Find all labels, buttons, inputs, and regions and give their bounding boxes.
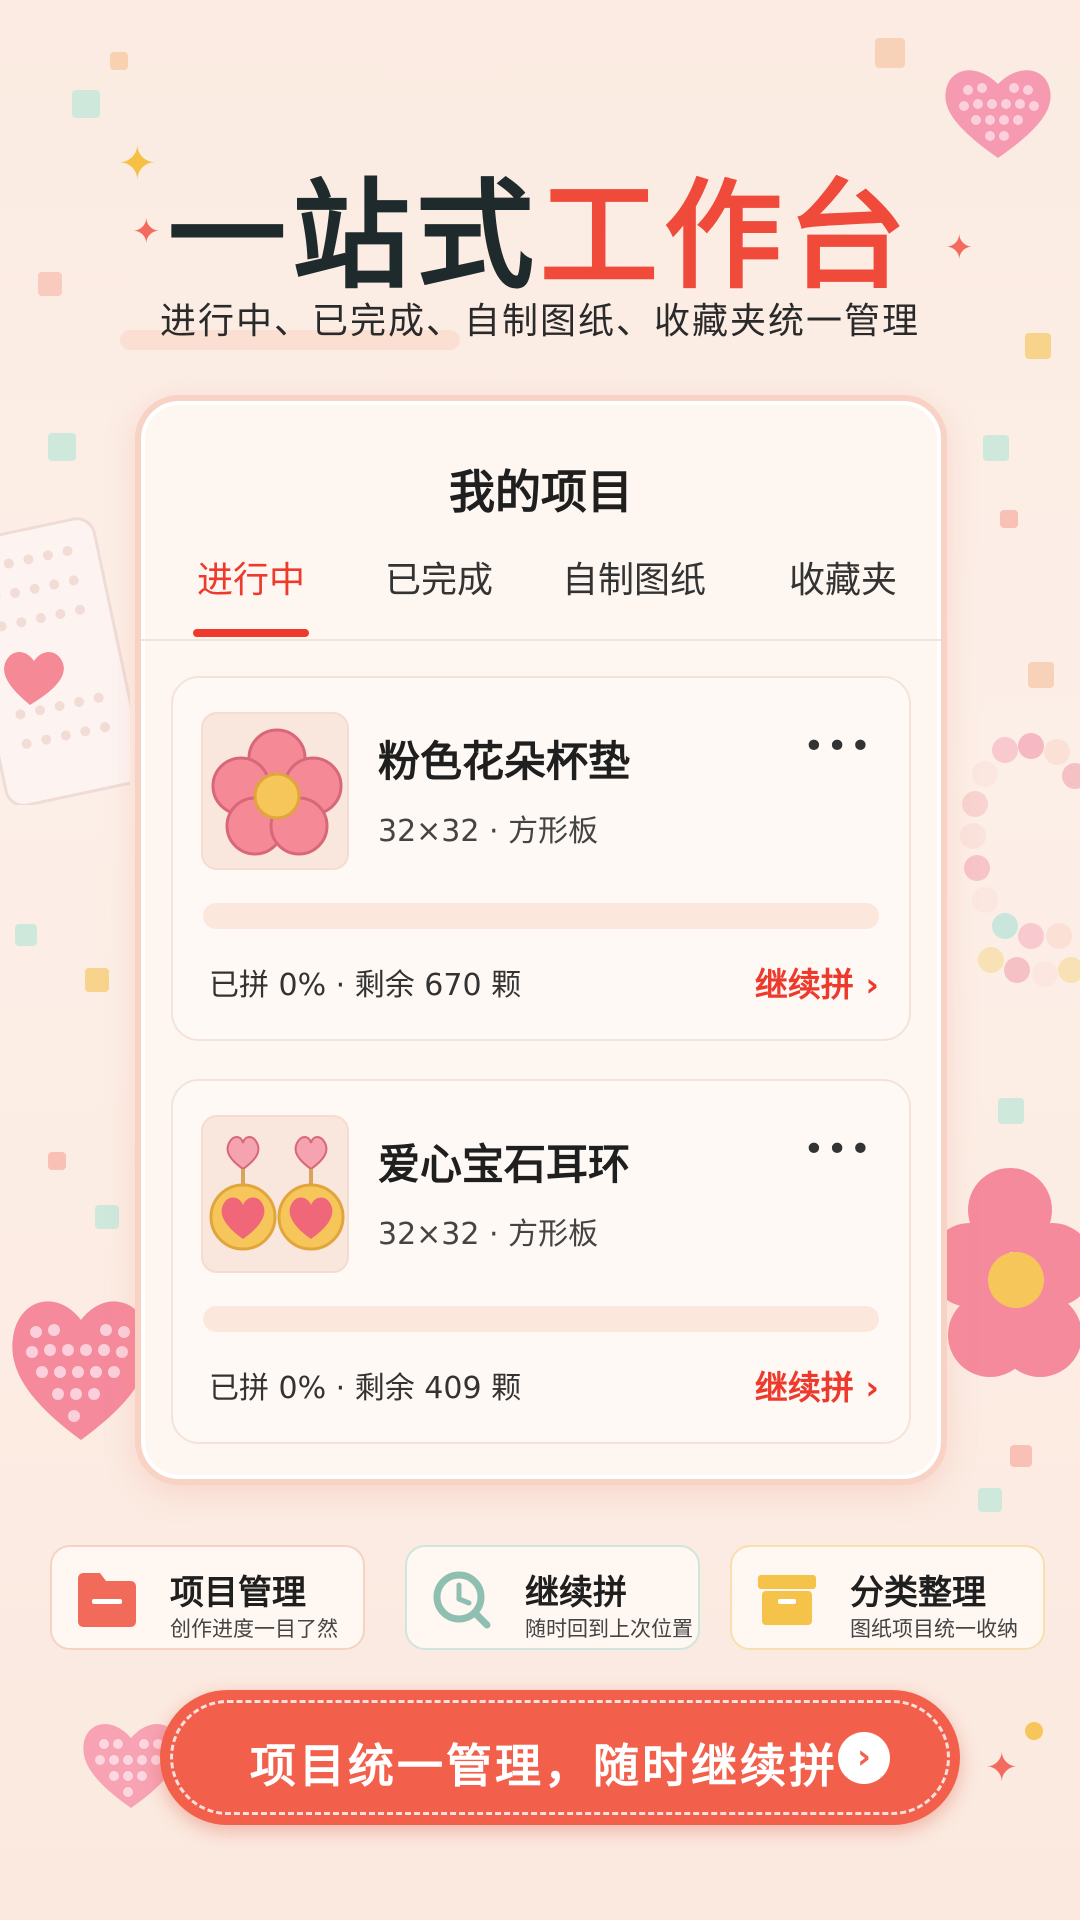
- project-meta: 32×32 · 方形板: [378, 1217, 599, 1252]
- tab-custom-patterns[interactable]: 自制图纸: [559, 551, 709, 603]
- continue-button[interactable]: 继续拼 ›: [755, 1361, 879, 1409]
- active-tab-indicator: [193, 629, 309, 637]
- confetti-square: [15, 924, 37, 946]
- project-card[interactable]: 粉色花朵杯垫 32×32 · 方形板 ••• 已拼 0% · 剩余 670 颗 …: [171, 676, 911, 1041]
- progress-bar: [203, 1306, 879, 1332]
- feature-project-management[interactable]: 项目管理 创作进度一目了然: [50, 1545, 365, 1650]
- confetti-square: [48, 433, 76, 461]
- feature-desc: 创作进度一目了然: [170, 1617, 338, 1641]
- clock-search-icon: [429, 1569, 495, 1629]
- confetti-square: [1000, 510, 1018, 528]
- panel-title: 我的项目: [449, 465, 633, 519]
- feature-desc: 图纸项目统一收纳: [850, 1617, 1018, 1641]
- heart-earrings-icon: [209, 1136, 345, 1251]
- sparkle-icon: ✦: [985, 1745, 1019, 1791]
- project-title: 粉色花朵杯垫: [378, 737, 631, 786]
- chevron-right-icon: ›: [838, 1732, 890, 1784]
- feature-desc: 随时回到上次位置: [525, 1617, 693, 1641]
- confetti-square: [875, 38, 905, 68]
- pegboard-decoration: [0, 517, 130, 805]
- confetti-square: [978, 1488, 1002, 1512]
- confetti-square: [998, 1098, 1024, 1124]
- cta-label: 项目统一管理，随时继续拼: [250, 1739, 838, 1793]
- confetti-square: [1028, 662, 1054, 688]
- headline: 一站式工作台: [0, 140, 1080, 311]
- project-status: 已拼 0% · 剩余 670 颗: [209, 968, 522, 1003]
- confetti-square: [983, 435, 1009, 461]
- my-projects-panel: 我的项目 进行中 已完成 自制图纸 收藏夹 粉色花朵杯垫 32×32 · 方形板…: [135, 395, 947, 1485]
- subtitle: 进行中、已完成、自制图纸、收藏夹统一管理: [159, 301, 920, 342]
- confetti-square: [72, 90, 100, 118]
- bead-bracelet-decoration: [960, 733, 1080, 987]
- tab-favorites[interactable]: 收藏夹: [785, 551, 901, 603]
- confetti-square: [85, 968, 109, 992]
- feature-title: 项目管理: [170, 1573, 306, 1613]
- more-icon[interactable]: •••: [803, 1129, 873, 1170]
- more-icon[interactable]: •••: [803, 726, 873, 767]
- confetti-dot: [1025, 1722, 1043, 1740]
- bead-flower-decoration: [940, 1168, 1080, 1377]
- confetti-square: [48, 1152, 66, 1170]
- project-thumbnail: [201, 712, 349, 870]
- archive-box-icon: [754, 1569, 820, 1629]
- confetti-square: [110, 52, 128, 70]
- project-meta: 32×32 · 方形板: [378, 814, 599, 849]
- tab-completed[interactable]: 已完成: [381, 551, 497, 603]
- confetti-square: [95, 1205, 119, 1229]
- folder-icon: [74, 1569, 140, 1629]
- headline-accent-text: 工作台: [540, 167, 913, 305]
- tab-in-progress[interactable]: 进行中: [193, 551, 309, 603]
- feature-continue[interactable]: 继续拼 随时回到上次位置: [405, 1545, 700, 1650]
- project-status: 已拼 0% · 剩余 409 颗: [209, 1371, 522, 1406]
- cta-button[interactable]: 项目统一管理，随时继续拼 ›: [160, 1690, 960, 1825]
- headline-dark-text: 一站式: [167, 167, 540, 305]
- project-title: 爱心宝石耳环: [378, 1140, 631, 1189]
- feature-title: 继续拼: [525, 1573, 627, 1613]
- project-card[interactable]: 爱心宝石耳环 32×32 · 方形板 ••• 已拼 0% · 剩余 409 颗 …: [171, 1079, 911, 1444]
- confetti-square: [1010, 1445, 1032, 1467]
- feature-title: 分类整理: [850, 1573, 986, 1613]
- continue-button[interactable]: 继续拼 ›: [755, 958, 879, 1006]
- feature-categorize[interactable]: 分类整理 图纸项目统一收纳: [730, 1545, 1045, 1650]
- progress-bar: [203, 903, 879, 929]
- pink-flower-icon: [211, 728, 343, 856]
- tab-bar: 进行中 已完成 自制图纸 收藏夹: [141, 551, 941, 641]
- project-thumbnail: [201, 1115, 349, 1273]
